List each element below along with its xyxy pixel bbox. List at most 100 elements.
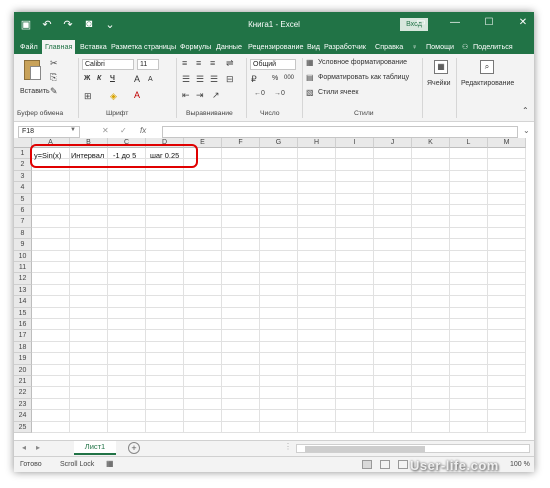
fill-color-icon[interactable]: ◈ [110,91,117,102]
row-header[interactable]: 4 [14,182,32,194]
minimize-icon[interactable]: — [448,17,462,28]
format-as-table-button[interactable]: Форматировать как таблицу [318,74,409,81]
tab-page-layout[interactable]: Разметка страницы [111,40,176,54]
sheet-tab-active[interactable]: Лист1 [74,441,116,455]
row-header[interactable]: 19 [14,353,32,365]
page-layout-view-icon[interactable] [380,460,390,469]
grow-font-button[interactable]: A [134,74,140,84]
editing-button[interactable]: Редактирование [461,80,514,87]
zoom-level[interactable]: 100 % [510,461,530,468]
decrease-indent-icon[interactable]: ⇤ [182,90,190,101]
conditional-formatting-button[interactable]: Условное форматирование [318,59,407,66]
tab-developer[interactable]: Разработчик [324,40,366,54]
formula-input[interactable] [162,126,518,138]
confirm-icon[interactable]: ✓ [120,126,127,135]
italic-button[interactable]: К [97,75,101,82]
column-header[interactable]: G [260,138,298,148]
bold-button[interactable]: Ж [84,75,90,82]
row-header[interactable]: 5 [14,193,32,205]
font-name-select[interactable]: Calibri [82,59,134,70]
wrap-text-icon[interactable]: ⇌ [226,58,234,69]
orientation-icon[interactable]: ↗ [212,90,220,101]
prev-sheet-icon[interactable]: ◂ [22,443,26,452]
name-box-dropdown-icon[interactable]: ▼ [70,127,76,133]
tab-home[interactable]: Главная [42,40,76,54]
align-center-icon[interactable]: ☰ [196,74,204,85]
cut-icon[interactable]: ✂ [50,58,58,69]
tab-help[interactable]: Справка [375,40,403,54]
expand-formula-bar-icon[interactable]: ⌄ [523,126,530,135]
tab-data[interactable]: Данные [216,40,242,54]
currency-icon[interactable]: ₽ [251,74,257,85]
row-header[interactable]: 18 [14,341,32,354]
tell-me-search[interactable]: Помощи [426,40,454,54]
select-all-corner[interactable] [14,138,32,148]
tab-review[interactable]: Рецензирование [248,40,304,54]
row-header[interactable]: 25 [14,421,32,433]
horizontal-scrollbar[interactable] [296,444,530,453]
row-header[interactable]: 6 [14,205,32,217]
row-header[interactable]: 12 [14,273,32,285]
row-header[interactable]: 11 [14,262,32,274]
macro-record-icon[interactable]: ▦ [106,459,114,468]
row-header[interactable]: 9 [14,239,32,251]
align-left-icon[interactable]: ☰ [182,74,190,85]
row-header[interactable]: 14 [14,296,32,308]
row-header[interactable]: 16 [14,319,32,331]
tab-split-handle[interactable]: ⋮ [284,442,292,451]
normal-view-icon[interactable] [362,460,372,469]
cancel-icon[interactable]: ✕ [102,126,109,135]
tab-view[interactable]: Вид [307,40,320,54]
decrease-decimal-icon[interactable]: →0 [274,90,285,97]
underline-button[interactable]: Ч [110,75,115,82]
cell-styles-button[interactable]: Стили ячеек [318,89,358,96]
align-middle-icon[interactable]: ≡ [196,58,201,68]
add-sheet-button[interactable]: + [128,442,140,454]
font-color-icon[interactable]: A [134,90,140,100]
borders-icon[interactable]: ⊞ [84,91,92,102]
format-painter-icon[interactable]: ✎ [50,86,58,97]
column-header[interactable]: L [450,138,488,148]
row-header[interactable]: 3 [14,170,32,183]
ribbon-display-icon[interactable]: ▭ [414,17,428,28]
cells-button[interactable]: Ячейки [427,80,450,87]
column-header[interactable]: J [374,138,412,148]
tab-formulas[interactable]: Формулы [180,40,211,54]
number-format-select[interactable]: Общий [250,59,296,70]
font-size-select[interactable]: 11 [137,59,159,70]
column-header[interactable]: H [298,138,336,148]
row-header[interactable]: 20 [14,364,32,376]
scrollbar-thumb[interactable] [305,446,425,452]
row-header[interactable]: 23 [14,398,32,411]
tab-file[interactable]: Файл [20,40,38,54]
page-break-view-icon[interactable] [398,460,408,469]
row-header[interactable]: 21 [14,376,32,388]
align-right-icon[interactable]: ☰ [210,74,218,85]
shrink-font-button[interactable]: A [148,76,153,83]
column-header[interactable]: F [222,138,260,148]
column-header[interactable]: I [336,138,374,148]
thousands-button[interactable]: 000 [284,75,294,81]
share-icon[interactable]: ⚇ [462,40,468,54]
copy-icon[interactable]: ⎘ [50,72,57,83]
align-top-icon[interactable]: ≡ [182,58,187,68]
tab-insert[interactable]: Вставка [80,40,107,54]
align-bottom-icon[interactable]: ≡ [210,58,215,68]
percent-button[interactable]: % [272,75,278,82]
paste-icon[interactable] [24,60,41,80]
row-header[interactable]: 8 [14,227,32,240]
next-sheet-icon[interactable]: ▸ [36,443,40,452]
worksheet-grid[interactable]: A B C D E F G H I J K L M 1 2 3 4 5 6 7 8 9 10 11 12 13 14 15 16 17 18… [14,138,534,440]
row-header[interactable]: 10 [14,250,32,262]
increase-indent-icon[interactable]: ⇥ [196,90,204,101]
paste-button[interactable]: Вставить [20,88,50,95]
lightbulb-icon[interactable]: ♀ [412,40,417,54]
collapse-ribbon-icon[interactable]: ⌃ [522,106,529,115]
share-button[interactable]: Поделиться [473,40,513,54]
row-header[interactable]: 13 [14,284,32,297]
merge-center-icon[interactable]: ⊟ [226,74,234,85]
row-header[interactable]: 15 [14,307,32,319]
column-header[interactable]: M [488,138,526,148]
close-icon[interactable]: ✕ [516,17,530,28]
row-header[interactable]: 22 [14,387,32,399]
